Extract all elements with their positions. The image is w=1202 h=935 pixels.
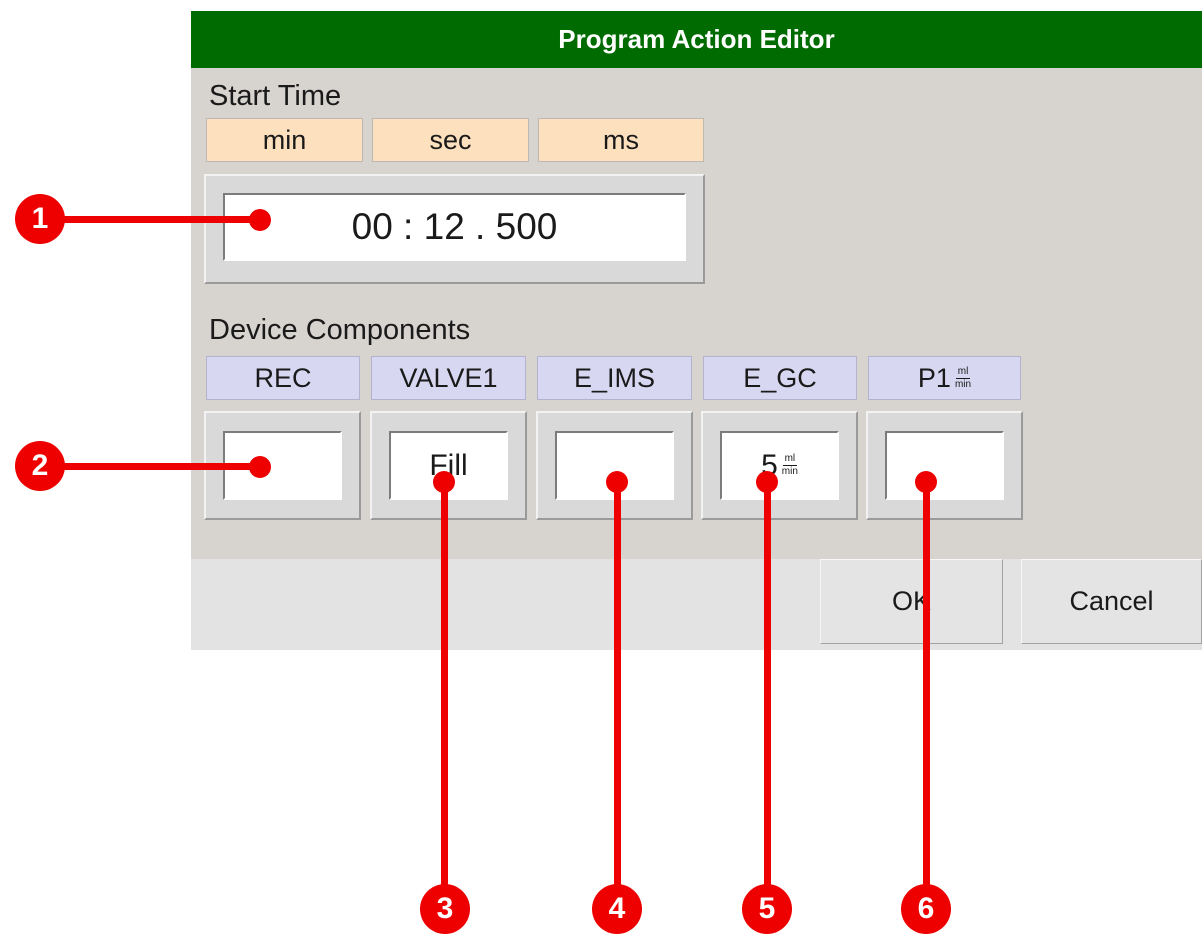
annotation-line-5 (764, 480, 771, 892)
start-time-field[interactable]: 00 : 12 . 500 (223, 193, 686, 261)
e-gc-value-field[interactable]: 5 ml min (720, 431, 839, 500)
device-components-label: Device Components (209, 314, 471, 346)
annotation-line-4 (614, 480, 621, 892)
start-time-label: Start Time (209, 80, 342, 112)
annotation-dot-4 (606, 471, 628, 493)
e-gc-unit-fraction: ml min (781, 453, 798, 477)
unit-chip-ms: ms (538, 118, 704, 162)
annotation-dot-6 (915, 471, 937, 493)
device-chip-p1-name: P1 (917, 362, 951, 393)
ok-button[interactable]: OK (820, 559, 1003, 644)
annotation-dot-1 (249, 209, 271, 231)
device-chip-e-ims: E_IMS (537, 356, 692, 400)
device-chip-rec: REC (206, 356, 360, 400)
dialog-title: Program Action Editor (558, 24, 835, 54)
annotation-dot-2 (249, 456, 271, 478)
annotation-callout-3: 3 (420, 884, 470, 934)
annotation-line-1 (60, 216, 260, 223)
annotation-dot-5 (756, 471, 778, 493)
unit-chip-sec: sec (372, 118, 529, 162)
device-chip-e-gc: E_GC (703, 356, 857, 400)
annotation-callout-2: 2 (15, 441, 65, 491)
cancel-button[interactable]: Cancel (1021, 559, 1202, 644)
annotation-callout-6: 6 (901, 884, 951, 934)
p1-unit-fraction: ml min (954, 365, 972, 390)
annotation-line-2 (60, 463, 260, 470)
device-chip-valve1: VALVE1 (371, 356, 526, 400)
annotation-callout-5: 5 (742, 884, 792, 934)
dialog-title-bar: Program Action Editor (191, 11, 1202, 68)
annotation-line-3 (441, 480, 448, 892)
annotation-line-6 (923, 480, 930, 892)
device-chip-p1: P1 ml min (868, 356, 1021, 400)
annotation-callout-4: 4 (592, 884, 642, 934)
unit-chip-min: min (206, 118, 363, 162)
annotation-dot-3 (433, 471, 455, 493)
p1-value-field[interactable] (885, 431, 1004, 500)
annotation-callout-1: 1 (15, 194, 65, 244)
